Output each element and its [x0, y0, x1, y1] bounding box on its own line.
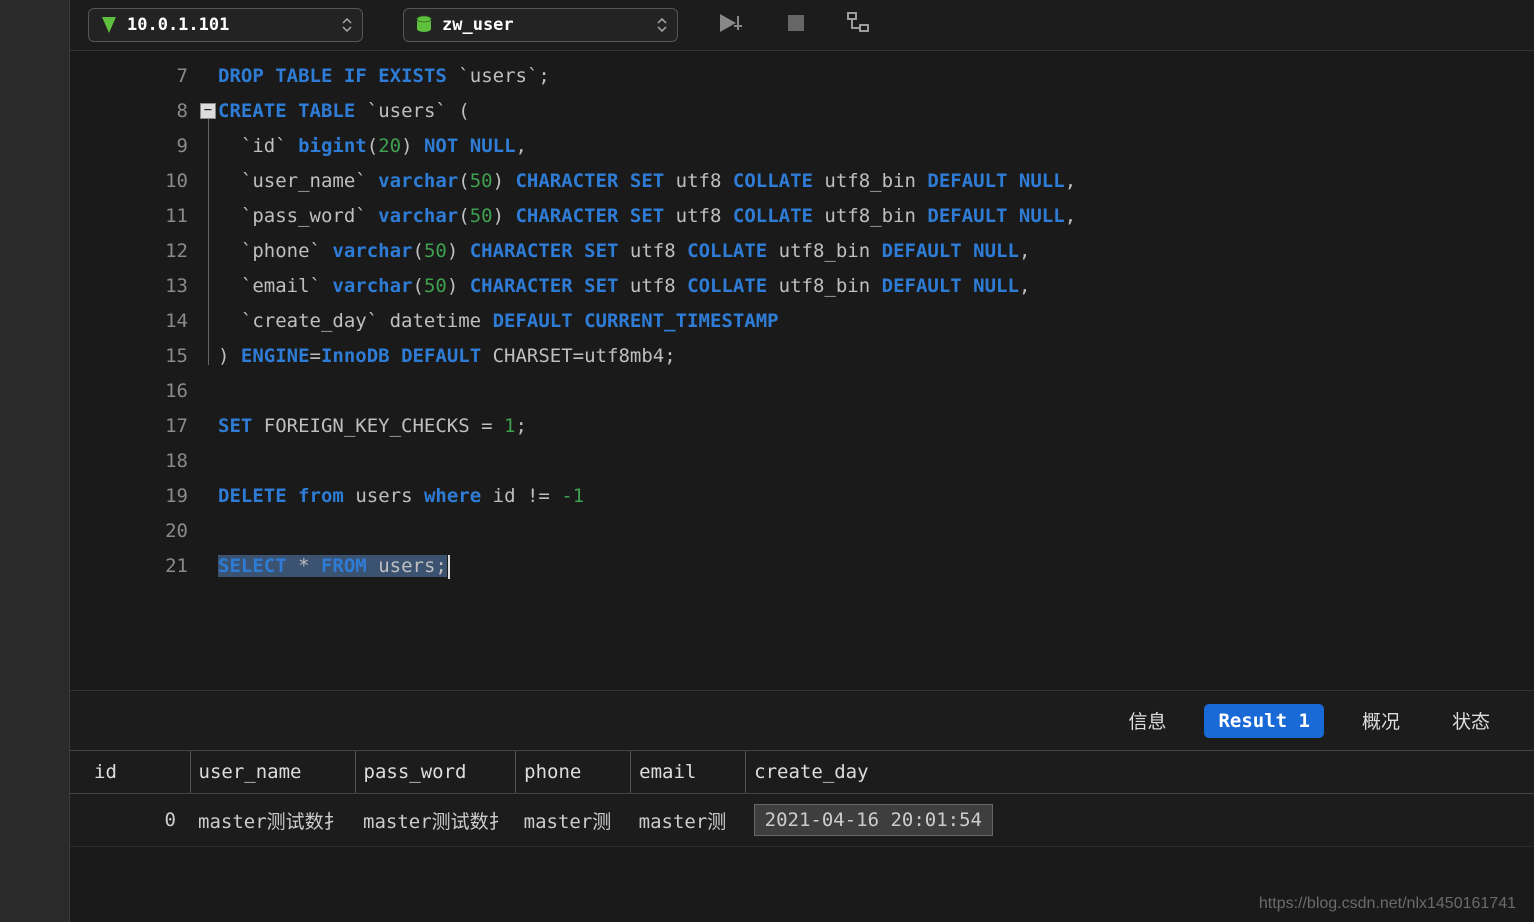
left-sidebar [0, 0, 70, 922]
explain-icon[interactable] [846, 11, 872, 39]
col-create_day[interactable]: create_day [746, 751, 1534, 794]
updown-icon [340, 15, 354, 35]
col-email[interactable]: email [631, 751, 746, 794]
connection-label: 10.0.1.101 [127, 15, 340, 35]
tab-info[interactable]: 信息 [1114, 701, 1180, 740]
tab-overview[interactable]: 概况 [1348, 701, 1414, 740]
fold-column: − [200, 51, 218, 690]
result-tabs: 信息 Result 1 概况 状态 [70, 690, 1534, 750]
result-grid[interactable]: iduser_namepass_wordphoneemailcreate_day… [70, 750, 1534, 846]
sql-editor[interactable]: 789101112131415161718192021 − DROP TABLE… [70, 50, 1534, 690]
table-row[interactable]: 0master测试数扌master测试数扌master测master测2021-… [70, 794, 1534, 847]
watermark: https://blog.csdn.net/nlx1450161741 [70, 886, 1534, 922]
code-content[interactable]: DROP TABLE IF EXISTS `users`;CREATE TABL… [218, 51, 1534, 690]
col-phone[interactable]: phone [516, 751, 631, 794]
database-label: zw_user [442, 15, 655, 35]
toolbar: 10.0.1.101 zw_user [70, 0, 1534, 50]
tab-result[interactable]: Result 1 [1204, 704, 1324, 738]
fold-toggle[interactable]: − [200, 103, 216, 119]
line-gutter: 789101112131415161718192021 [70, 51, 200, 690]
col-pass_word[interactable]: pass_word [355, 751, 516, 794]
col-user_name[interactable]: user_name [190, 751, 355, 794]
stop-icon[interactable] [786, 13, 806, 37]
tab-status[interactable]: 状态 [1438, 701, 1504, 740]
run-icon[interactable] [718, 12, 746, 38]
connection-icon [99, 15, 119, 35]
table-header-row: iduser_namepass_wordphoneemailcreate_day [70, 751, 1534, 794]
database-icon [414, 15, 434, 35]
updown-icon [655, 15, 669, 35]
database-dropdown[interactable]: zw_user [403, 8, 678, 42]
footer-blank [70, 846, 1534, 886]
col-id[interactable]: id [70, 751, 190, 794]
connection-dropdown[interactable]: 10.0.1.101 [88, 8, 363, 42]
